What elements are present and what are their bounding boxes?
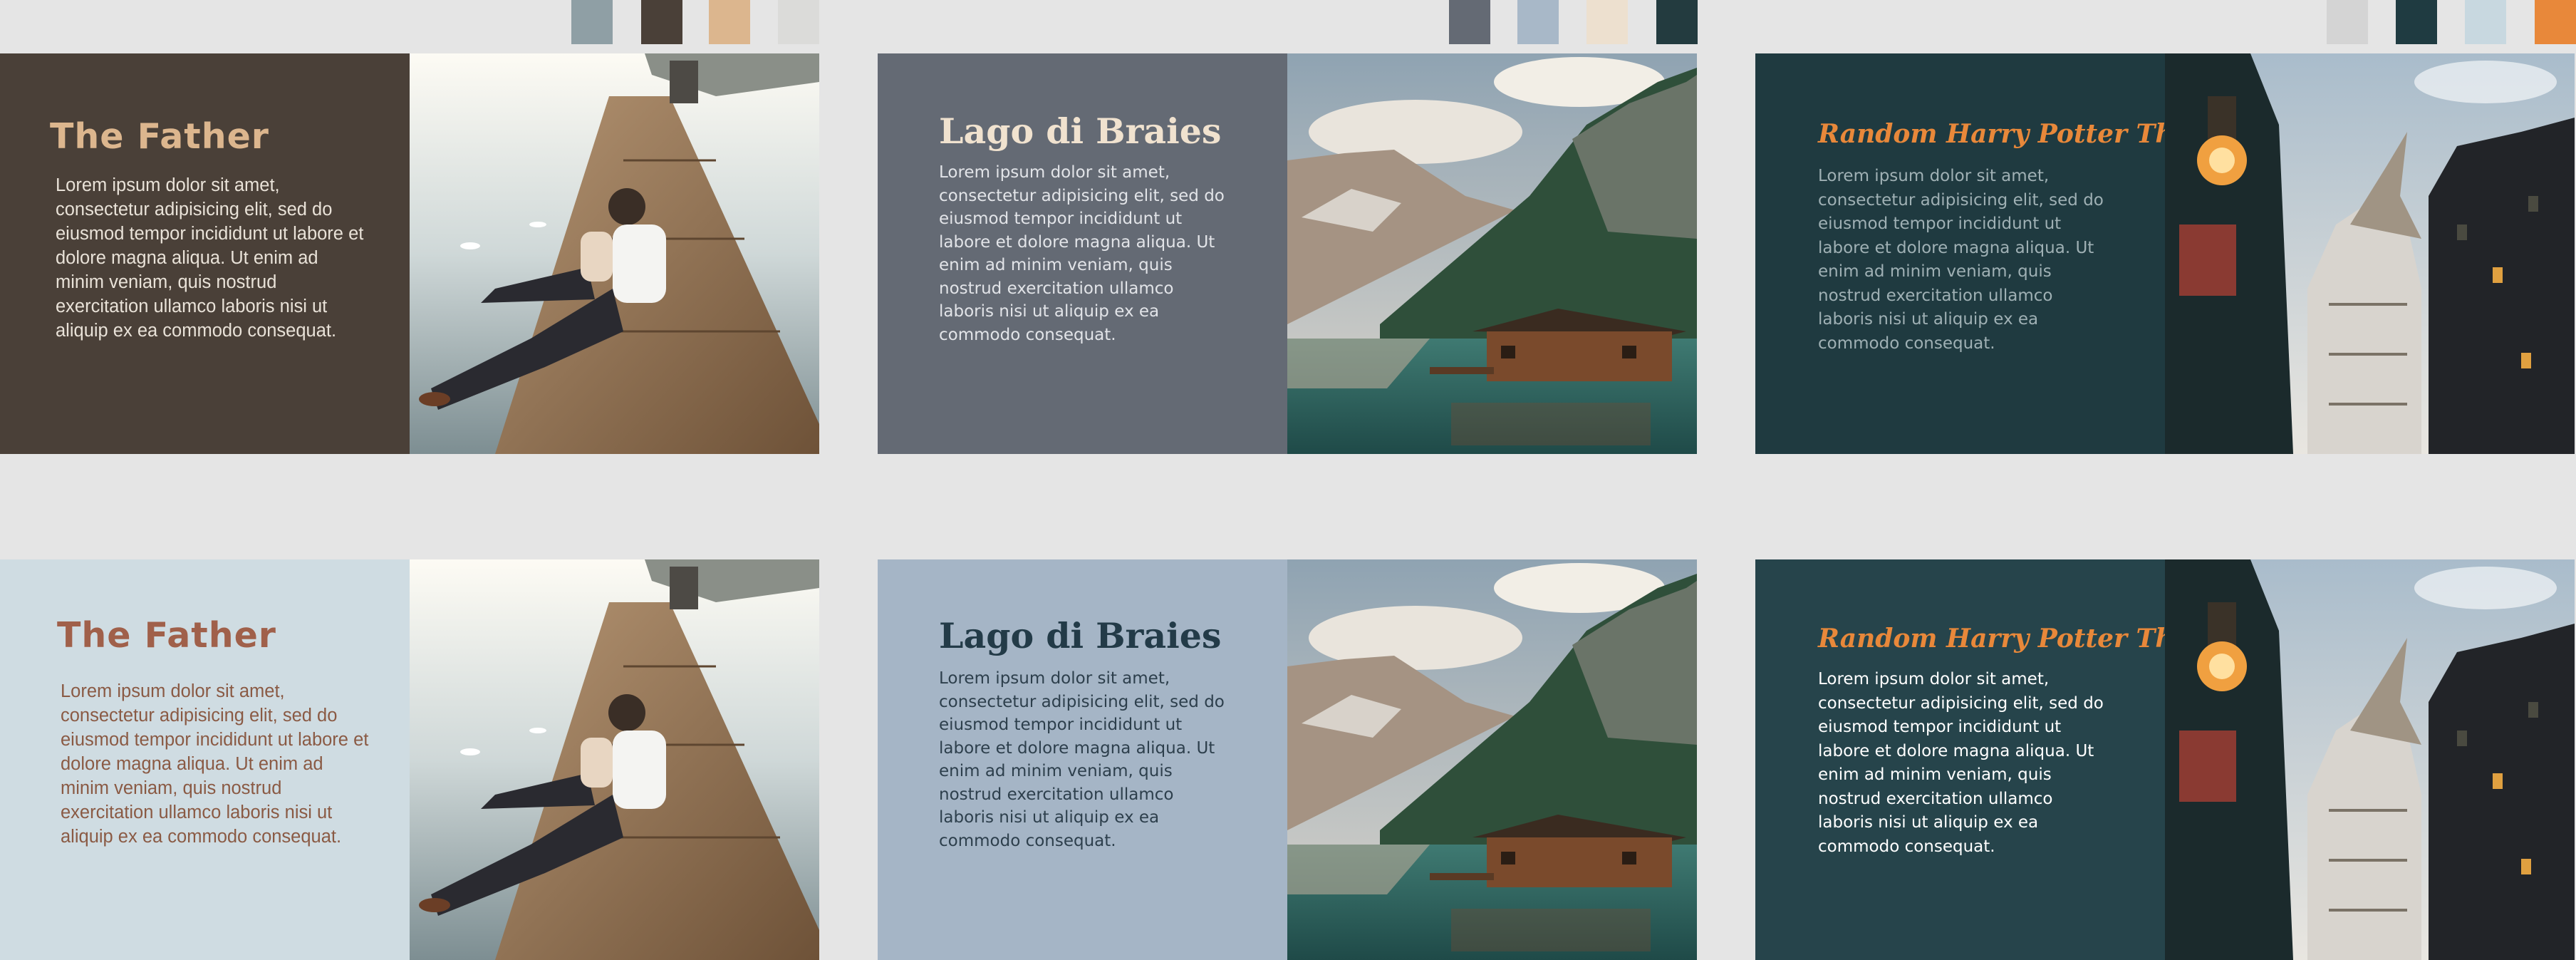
palette-swatch xyxy=(641,0,682,44)
palette-swatch xyxy=(1656,0,1698,44)
father-and-child-on-dock-photo xyxy=(410,53,819,454)
palette-swatch xyxy=(2535,0,2576,44)
card-potter-dark: Random Harry Potter Thing Lorem ipsum do… xyxy=(1755,53,2575,454)
palette-swatch xyxy=(778,0,819,44)
card-body-text: Lorem ipsum dolor sit amet, consectetur … xyxy=(1818,670,2104,856)
card-braies-light: Lago di Braies Lorem ipsum dolor sit ame… xyxy=(878,559,1697,960)
card-text-panel: Lago di Braies Lorem ipsum dolor sit ame… xyxy=(878,53,1287,454)
card-title: Random Harry Potter Thing xyxy=(1818,624,2221,654)
card-text-panel: Random Harry Potter Thing Lorem ipsum do… xyxy=(1755,559,2221,960)
castle-street-lanterns-photo xyxy=(2165,53,2575,454)
card-father-dark: The Father Lorem ipsum dolor sit amet, c… xyxy=(0,53,819,454)
card-title: Lago di Braies xyxy=(939,615,1222,656)
palette-swatch xyxy=(1517,0,1559,44)
palette-swatch xyxy=(1586,0,1628,44)
palette-swatch xyxy=(571,0,613,44)
castle-street-lanterns-photo xyxy=(2165,559,2575,960)
card-braies-dark: Lago di Braies Lorem ipsum dolor sit ame… xyxy=(878,53,1697,454)
lake-cabin-mountains-photo xyxy=(1287,53,1697,454)
card-body-text: Lorem ipsum dolor sit amet, consectetur … xyxy=(56,175,364,341)
palette-swatch xyxy=(1449,0,1490,44)
palette-swatch xyxy=(2465,0,2506,44)
card-text-panel: The Father Lorem ipsum dolor sit amet, c… xyxy=(0,559,410,960)
palette-swatch xyxy=(709,0,750,44)
card-body-text: Lorem ipsum dolor sit amet, consectetur … xyxy=(1818,167,2104,353)
card-text-panel: Lago di Braies Lorem ipsum dolor sit ame… xyxy=(878,559,1287,960)
card-father-light: The Father Lorem ipsum dolor sit amet, c… xyxy=(0,559,819,960)
card-title: The Father xyxy=(57,615,276,656)
card-title: Random Harry Potter Thing xyxy=(1818,119,2221,149)
card-body-text: Lorem ipsum dolor sit amet, consectetur … xyxy=(939,163,1225,344)
card-potter-light: Random Harry Potter Thing Lorem ipsum do… xyxy=(1755,559,2575,960)
card-text-panel: Random Harry Potter Thing Lorem ipsum do… xyxy=(1755,53,2221,454)
father-and-child-on-dock-photo xyxy=(410,559,819,960)
card-body-text: Lorem ipsum dolor sit amet, consectetur … xyxy=(61,681,369,847)
palette-swatch xyxy=(2396,0,2437,44)
card-title: The Father xyxy=(50,116,269,157)
palette-swatch xyxy=(2327,0,2368,44)
card-text-panel: The Father Lorem ipsum dolor sit amet, c… xyxy=(0,53,410,454)
card-body-text: Lorem ipsum dolor sit amet, consectetur … xyxy=(939,669,1225,850)
card-title: Lago di Braies xyxy=(939,110,1222,152)
lake-cabin-mountains-photo xyxy=(1287,559,1697,960)
